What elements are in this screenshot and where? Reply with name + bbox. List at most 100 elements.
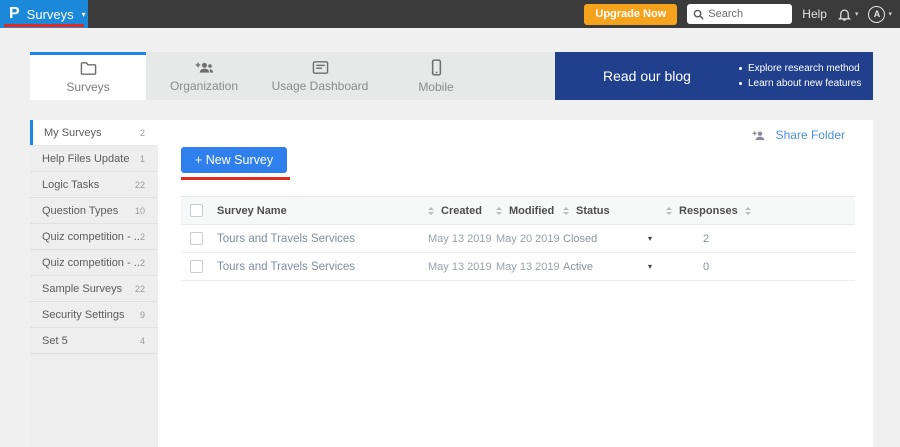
- status-value: Closed: [563, 233, 597, 245]
- sidebar-item-question-types[interactable]: Question Types 10: [30, 198, 158, 224]
- status-dropdown-caret-icon[interactable]: ▾: [648, 234, 666, 243]
- sort-icon[interactable]: [563, 207, 569, 215]
- tab-surveys[interactable]: Surveys: [30, 52, 146, 100]
- folder-count: 1: [140, 154, 145, 164]
- folder-label: Help Files Update: [42, 153, 140, 165]
- folder-label: Quiz competition - ...: [42, 257, 140, 269]
- sidebar-item-help-files-update[interactable]: Help Files Update 1: [30, 146, 158, 172]
- responses-count: 2: [666, 233, 709, 245]
- product-name: Surveys: [27, 7, 74, 22]
- folder-count: 22: [135, 180, 145, 190]
- folder-count: 2: [140, 128, 145, 138]
- account-menu[interactable]: A ▾: [868, 6, 892, 23]
- red-annotation-underline: [4, 24, 84, 27]
- bell-icon: [837, 7, 852, 22]
- sidebar-item-security-settings[interactable]: Security Settings 9: [30, 302, 158, 328]
- column-modified[interactable]: Modified: [509, 205, 554, 217]
- modified-date: May 13 2019: [496, 261, 560, 273]
- table-row: Tours and Travels Services May 13 2019 M…: [181, 253, 855, 281]
- topbar-actions: Upgrade Now Help ▾ A ▾: [584, 4, 900, 25]
- sidebar-item-logic-tasks[interactable]: Logic Tasks 22: [30, 172, 158, 198]
- search-input[interactable]: [708, 8, 786, 20]
- chevron-down-icon: ▾: [82, 10, 86, 19]
- mobile-icon: [431, 59, 442, 76]
- tab-label: Organization: [170, 79, 238, 93]
- column-survey-name: Survey Name: [217, 205, 287, 217]
- bullet-text: Learn about new features: [748, 78, 861, 89]
- column-created[interactable]: Created: [441, 205, 482, 217]
- sidebar-item-sample-surveys[interactable]: Sample Surveys 22: [30, 276, 158, 302]
- blog-banner-bullets: Explore research method Learn about new …: [739, 63, 861, 89]
- folder-label: Quiz competition - ...: [42, 231, 140, 243]
- modified-date: May 20 2019: [496, 233, 560, 245]
- upgrade-now-button[interactable]: Upgrade Now: [584, 4, 677, 25]
- folder-label: My Surveys: [42, 127, 140, 139]
- tab-usage-dashboard[interactable]: Usage Dashboard: [262, 52, 378, 100]
- chevron-down-icon: ▾: [888, 10, 892, 18]
- blog-bullet-item: Explore research method: [739, 63, 861, 74]
- folder-label: Sample Surveys: [42, 283, 135, 295]
- folder-count: 2: [140, 258, 145, 268]
- main-tabs: Surveys Organization Usage Dashboard Mob…: [30, 52, 555, 100]
- share-person-icon: [752, 129, 768, 142]
- surveys-table: Survey Name Created Modified Status Resp…: [181, 196, 855, 281]
- row-checkbox[interactable]: [190, 232, 203, 245]
- status-value: Active: [563, 261, 593, 273]
- survey-name-link[interactable]: Tours and Travels Services: [217, 261, 355, 273]
- sidebar-item-quiz-competition-1[interactable]: Quiz competition - ... 2: [30, 224, 158, 250]
- survey-name-link[interactable]: Tours and Travels Services: [217, 233, 355, 245]
- bullet-dot-icon: [739, 82, 742, 85]
- search-icon: [693, 9, 704, 20]
- sort-icon[interactable]: [666, 207, 672, 215]
- tab-label: Usage Dashboard: [272, 79, 369, 93]
- table-header-row: Survey Name Created Modified Status Resp…: [181, 196, 855, 225]
- sort-icon[interactable]: [745, 207, 751, 215]
- sidebar-item-quiz-competition-2[interactable]: Quiz competition - ... 2: [30, 250, 158, 276]
- folder-count: 9: [140, 310, 145, 320]
- created-date: May 13 2019: [428, 233, 492, 245]
- folder-label: Security Settings: [42, 309, 140, 321]
- sidebar-item-set-5[interactable]: Set 5 4: [30, 328, 158, 354]
- bullet-text: Explore research method: [748, 63, 860, 74]
- folder-count: 10: [135, 206, 145, 216]
- column-responses[interactable]: Responses: [679, 205, 738, 217]
- sort-icon[interactable]: [428, 207, 434, 215]
- sort-icon[interactable]: [496, 207, 502, 215]
- tab-label: Surveys: [66, 80, 109, 94]
- tab-mobile[interactable]: Mobile: [378, 52, 494, 100]
- bullet-dot-icon: [739, 67, 742, 70]
- status-dropdown-caret-icon[interactable]: ▾: [648, 262, 666, 271]
- tab-organization[interactable]: Organization: [146, 52, 262, 100]
- folder-icon: [80, 61, 97, 76]
- brand-logo-icon: P: [9, 6, 20, 22]
- tab-label: Mobile: [418, 80, 453, 94]
- folder-count: 2: [140, 232, 145, 242]
- new-survey-button[interactable]: + New Survey: [181, 147, 287, 173]
- folder-label: Question Types: [42, 205, 135, 217]
- read-our-blog-banner[interactable]: Read our blog Explore research method Le…: [555, 52, 873, 100]
- product-switcher[interactable]: P Surveys ▾: [0, 0, 88, 28]
- folder-label: Logic Tasks: [42, 179, 135, 191]
- table-row: Tours and Travels Services May 13 2019 M…: [181, 225, 855, 253]
- folder-label: Set 5: [42, 335, 140, 347]
- folder-count: 4: [140, 336, 145, 346]
- sidebar-item-my-surveys[interactable]: My Surveys 2: [30, 120, 158, 146]
- row-checkbox[interactable]: [190, 260, 203, 273]
- folder-count: 22: [135, 284, 145, 294]
- chevron-down-icon: ▾: [855, 10, 859, 18]
- created-date: May 13 2019: [428, 261, 492, 273]
- column-status[interactable]: Status: [576, 205, 610, 217]
- blog-bullet-item: Learn about new features: [739, 78, 861, 89]
- share-folder-link[interactable]: Share Folder: [752, 128, 845, 142]
- surveys-content-panel: Share Folder + New Survey Survey Name Cr…: [158, 120, 873, 447]
- notifications-menu[interactable]: ▾: [837, 7, 859, 22]
- blog-banner-title: Read our blog: [603, 68, 691, 84]
- select-all-checkbox[interactable]: [190, 204, 203, 217]
- add-people-icon: [195, 60, 214, 75]
- folders-sidebar: My Surveys 2 Help Files Update 1 Logic T…: [30, 120, 158, 447]
- avatar: A: [868, 6, 885, 23]
- search-box[interactable]: [687, 4, 792, 24]
- help-link[interactable]: Help: [802, 7, 827, 21]
- responses-count: 0: [666, 261, 709, 273]
- share-folder-label: Share Folder: [776, 128, 845, 142]
